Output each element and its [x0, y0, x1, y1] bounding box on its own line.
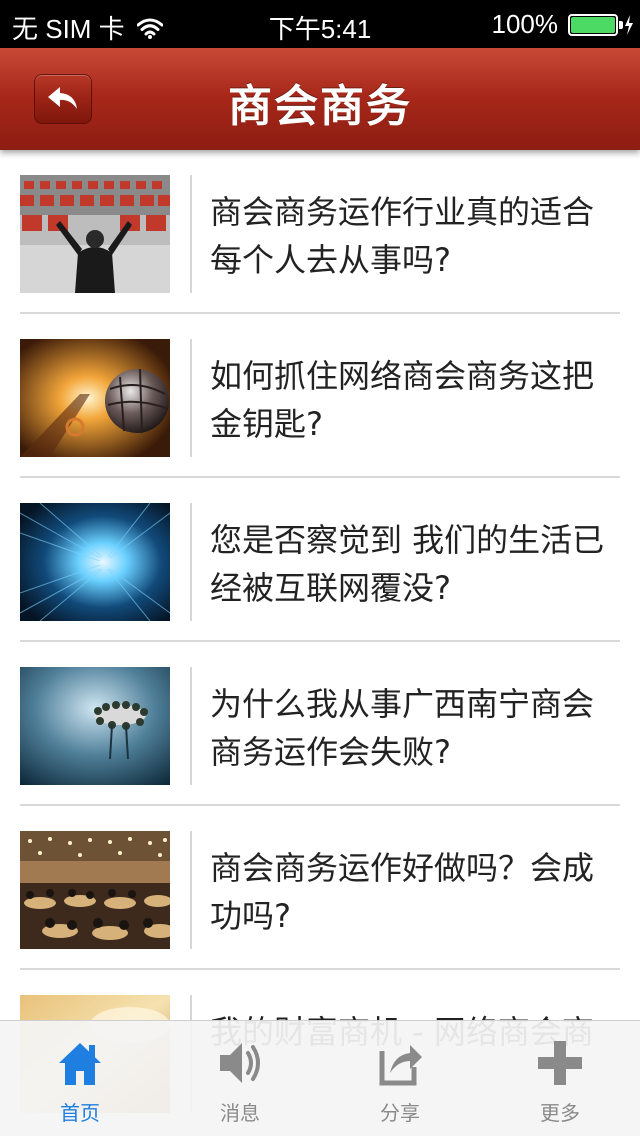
list-item[interactable]: 您是否察觉到 我们的生活已经被互联网覆没? — [0, 478, 640, 642]
tab-label: 更多 — [540, 1101, 580, 1125]
app-screen: 无 SIM 卡 下午5:41 100% 商会商务 商会商务运作行业真的适合每个人… — [0, 0, 640, 1136]
page-title: 商会商务 — [228, 81, 412, 132]
item-divider — [190, 503, 192, 621]
article-title: 如何抓住网络商会商务这把金钥匙? — [210, 357, 595, 443]
tab-label: 消息 — [220, 1101, 260, 1125]
item-divider — [190, 339, 192, 457]
tab-messages[interactable]: 消息 — [160, 1021, 320, 1136]
tab-share[interactable]: 分享 — [320, 1021, 480, 1136]
status-right: 100% — [491, 9, 633, 40]
battery-percent: 100% — [491, 9, 559, 39]
article-list[interactable]: 商会商务运作行业真的适合每个人去从事吗? 如何抓住网络商会商务这把金钥匙? 您是… — [0, 150, 640, 1134]
status-bar: 无 SIM 卡 下午5:41 100% — [0, 0, 640, 48]
thumbnail-office-monitors — [20, 175, 170, 293]
article-title: 商会商务运作行业真的适合每个人去从事吗? — [210, 193, 595, 279]
article-title: 为什么我从事广西南宁商会商务运作会失败? — [210, 685, 595, 771]
thumbnail-floating-meeting — [20, 667, 170, 785]
article-title: 您是否察觉到 我们的生活已经被互联网覆没? — [210, 521, 605, 607]
tab-home[interactable]: 首页 — [0, 1021, 160, 1136]
charging-bolt-icon — [625, 14, 633, 35]
tab-more[interactable]: 更多 — [480, 1021, 640, 1136]
speaker-icon — [220, 1043, 260, 1083]
item-divider — [190, 175, 192, 293]
battery-icon — [568, 12, 633, 38]
tab-label: 分享 — [380, 1101, 420, 1125]
home-icon — [59, 1043, 101, 1085]
item-divider — [190, 831, 192, 949]
article-title: 商会商务运作好做吗？会成功吗? — [210, 849, 595, 935]
list-item[interactable]: 商会商务运作行业真的适合每个人去从事吗? — [0, 150, 640, 314]
item-divider — [190, 667, 192, 785]
thumbnail-globe-at-sign — [20, 339, 170, 457]
list-item[interactable]: 为什么我从事广西南宁商会商务运作会失败? — [0, 642, 640, 806]
plus-icon — [538, 1041, 582, 1085]
thumbnail-banquet-hall — [20, 831, 170, 949]
thumbnail-binary-tunnel — [20, 503, 170, 621]
tab-bar: 首页 消息 分享 更多 — [0, 1020, 640, 1136]
share-icon — [379, 1045, 422, 1086]
list-item[interactable]: 如何抓住网络商会商务这把金钥匙? — [0, 314, 640, 478]
tab-label: 首页 — [60, 1101, 100, 1125]
navigation-bar: 商会商务 — [0, 48, 640, 150]
list-item[interactable]: 商会商务运作好做吗？会成功吗? — [0, 806, 640, 970]
